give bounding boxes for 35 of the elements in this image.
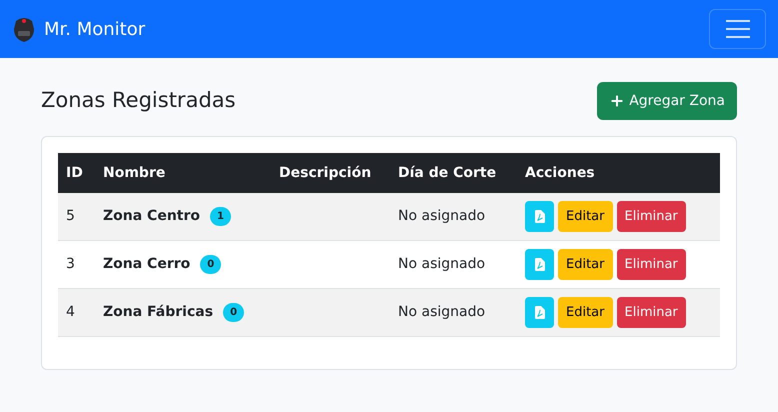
column-header: Descripción xyxy=(279,164,372,180)
delete-button[interactable]: Eliminar xyxy=(616,201,686,232)
table-cell: No asignado xyxy=(398,256,486,272)
edit-button[interactable]: Editar xyxy=(558,297,612,328)
delete-button[interactable]: Eliminar xyxy=(616,249,686,280)
count-badge: 1 xyxy=(210,207,231,226)
table-cell: No asignado xyxy=(398,304,486,320)
column-header: Nombre xyxy=(103,164,166,180)
table-cell: 4 xyxy=(66,304,75,320)
add-zone-button[interactable]: Agregar Zona xyxy=(597,82,737,120)
zone-name: Zona Fábricas xyxy=(103,303,214,322)
pdf-button[interactable] xyxy=(525,249,554,280)
count-badge: 0 xyxy=(223,303,244,322)
plus-icon xyxy=(609,93,626,109)
column-header: ID xyxy=(66,164,83,180)
brand-name[interactable]: Mr. Monitor xyxy=(44,16,146,42)
pdf-button[interactable] xyxy=(525,201,554,232)
table-cell: 5 xyxy=(66,208,75,224)
count-badge: 0 xyxy=(200,255,222,274)
zone-name: Zona Cerro xyxy=(103,255,190,274)
delete-button[interactable]: Eliminar xyxy=(616,297,686,328)
menu-toggle-button[interactable] xyxy=(709,9,766,49)
page-title: Zonas Registradas xyxy=(41,87,236,114)
pdf-file-icon xyxy=(534,306,544,319)
table-cell: No asignado xyxy=(398,208,486,224)
table-cell: 3 xyxy=(66,256,75,272)
edit-button[interactable]: Editar xyxy=(558,249,612,280)
column-header: Día de Corte xyxy=(398,164,496,180)
edit-button[interactable]: Editar xyxy=(558,201,612,232)
logo-icon xyxy=(12,15,36,43)
pdf-file-icon xyxy=(534,210,544,223)
pdf-button[interactable] xyxy=(525,297,554,328)
pdf-file-icon xyxy=(534,258,544,271)
zone-name: Zona Centro xyxy=(103,207,200,226)
column-header: Acciones xyxy=(525,164,595,180)
